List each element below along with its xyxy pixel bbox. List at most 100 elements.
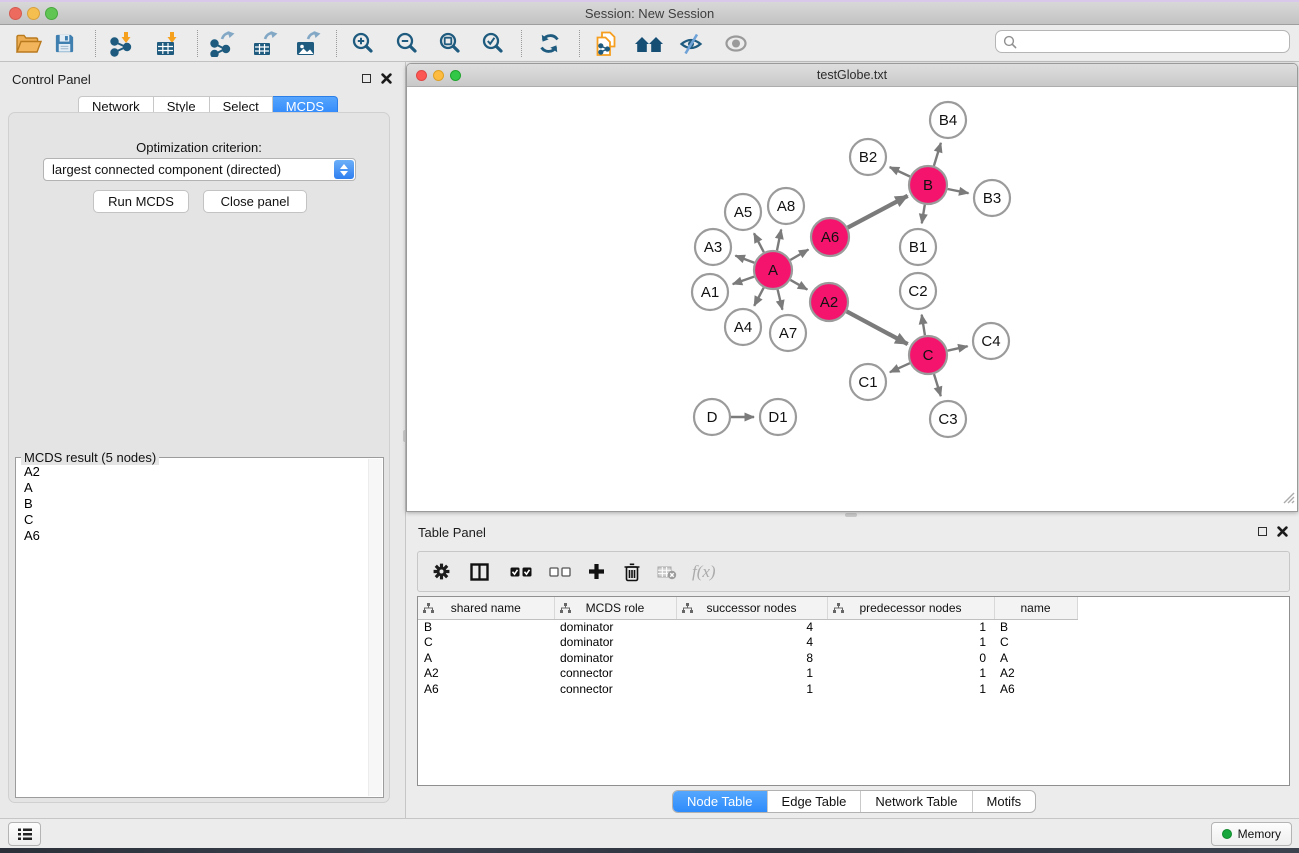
graph-node-B3[interactable]: B3 <box>974 180 1010 216</box>
graph-edge-A-A4[interactable] <box>754 288 764 306</box>
table-cell[interactable]: C <box>994 635 1077 651</box>
table-row[interactable]: A2connector11A2 <box>418 666 1289 682</box>
graph-node-C4[interactable]: C4 <box>973 323 1009 359</box>
refresh-button[interactable] <box>532 28 566 59</box>
graph-node-C2[interactable]: C2 <box>900 273 936 309</box>
graph-node-A4[interactable]: A4 <box>725 309 761 345</box>
table-cell[interactable]: 1 <box>676 666 827 682</box>
table-cell[interactable]: A2 <box>994 666 1077 682</box>
graph-edge-A6-B[interactable] <box>848 196 908 228</box>
graph-node-A8[interactable]: A8 <box>768 188 804 224</box>
graph-edge-C-C1[interactable] <box>890 363 910 372</box>
export-image-button[interactable] <box>291 28 325 59</box>
graph-edge-A-A3[interactable] <box>735 256 754 263</box>
graph-edge-A-A6[interactable] <box>790 250 808 261</box>
optimization-criterion-select[interactable]: largest connected component (directed) <box>43 158 356 181</box>
column-header-predecessor-nodes[interactable]: predecessor nodes <box>827 597 994 619</box>
table-cell[interactable]: 4 <box>676 635 827 651</box>
tab-edge-table[interactable]: Edge Table <box>767 791 861 812</box>
mcds-result-scrollbar[interactable] <box>368 459 382 796</box>
table-cell[interactable]: 0 <box>827 650 994 666</box>
zoom-out-button[interactable] <box>389 28 423 59</box>
table-cell[interactable]: dominator <box>554 619 676 635</box>
zoom-selected-button[interactable] <box>475 28 509 59</box>
table-row[interactable]: Bdominator41B <box>418 619 1289 635</box>
column-header-successor-nodes[interactable]: successor nodes <box>676 597 827 619</box>
run-mcds-button[interactable]: Run MCDS <box>93 190 189 213</box>
table-settings-button[interactable] <box>432 562 451 581</box>
graph-edge-A2-C[interactable] <box>847 311 908 344</box>
graph-node-A6[interactable]: A6 <box>811 218 849 256</box>
memory-button[interactable]: Memory <box>1211 822 1292 846</box>
task-history-button[interactable] <box>8 822 41 846</box>
table-cell[interactable]: 1 <box>827 666 994 682</box>
graph-node-B2[interactable]: B2 <box>850 139 886 175</box>
table-cell[interactable]: 1 <box>676 681 827 697</box>
home-button[interactable] <box>632 28 666 59</box>
table-cell[interactable]: C <box>418 635 554 651</box>
graph-edge-A-A2[interactable] <box>790 280 807 290</box>
h-split-handle[interactable] <box>845 513 857 517</box>
delete-table-button[interactable] <box>657 564 677 580</box>
table-cell[interactable]: 8 <box>676 650 827 666</box>
deselect-all-button[interactable] <box>549 567 571 577</box>
network-window-titlebar[interactable]: testGlobe.txt <box>407 64 1297 87</box>
duplicate-network-button[interactable] <box>590 28 624 59</box>
open-session-button[interactable] <box>11 28 45 59</box>
column-header-shared-name[interactable]: shared name <box>418 597 554 619</box>
graph-node-A1[interactable]: A1 <box>692 274 728 310</box>
graph-edge-A-A1[interactable] <box>733 277 754 285</box>
network-graph[interactable]: B4B2BB3A8A5A6A3B1AC2A1A2A4A7C4CC1DD1C3 <box>407 87 1297 511</box>
graph-edge-B-B1[interactable] <box>922 205 925 224</box>
tab-motifs[interactable]: Motifs <box>972 791 1036 812</box>
tab-network-table[interactable]: Network Table <box>860 791 971 812</box>
zoom-fit-button[interactable] <box>432 28 466 59</box>
float-panel-button[interactable] <box>360 72 373 85</box>
graph-edge-B-B2[interactable] <box>890 167 910 176</box>
table-cell[interactable]: B <box>994 619 1077 635</box>
export-table-button[interactable] <box>248 28 282 59</box>
table-cell[interactable]: A2 <box>418 666 554 682</box>
graph-edge-B-B3[interactable] <box>948 189 969 193</box>
table-cell[interactable]: A6 <box>994 681 1077 697</box>
table-cell[interactable]: dominator <box>554 650 676 666</box>
mcds-result-item[interactable]: A <box>17 480 367 496</box>
zoom-in-button[interactable] <box>345 28 379 59</box>
show-graphics-button[interactable] <box>719 28 753 59</box>
close-panel-button[interactable] <box>380 72 393 85</box>
graph-edge-A-A7[interactable] <box>778 290 783 310</box>
mcds-result-item[interactable]: A6 <box>17 528 367 544</box>
graph-node-D[interactable]: D <box>694 399 730 435</box>
mcds-result-item[interactable]: B <box>17 496 367 512</box>
graph-node-A2[interactable]: A2 <box>810 283 848 321</box>
window-resize-grip[interactable] <box>1280 489 1295 509</box>
table-cell[interactable]: B <box>418 619 554 635</box>
mcds-result-item[interactable]: C <box>17 512 367 528</box>
add-column-button[interactable] <box>588 563 605 580</box>
hide-graphics-button[interactable] <box>674 28 708 59</box>
graph-node-A7[interactable]: A7 <box>770 315 806 351</box>
graph-node-C1[interactable]: C1 <box>850 364 886 400</box>
table-close-button[interactable] <box>1276 525 1289 538</box>
graph-edge-B-B4[interactable] <box>934 143 941 166</box>
table-cell[interactable]: 1 <box>827 681 994 697</box>
mcds-result-item[interactable]: A2 <box>17 464 367 480</box>
show-columns-button[interactable] <box>470 563 489 581</box>
column-header-mcds-role[interactable]: MCDS role <box>554 597 676 619</box>
table-row[interactable]: Adominator80A <box>418 650 1289 666</box>
graph-node-A5[interactable]: A5 <box>725 194 761 230</box>
graph-node-A[interactable]: A <box>754 251 792 289</box>
delete-column-button[interactable] <box>623 562 641 582</box>
graph-edge-A-A8[interactable] <box>777 230 781 251</box>
table-cell[interactable]: dominator <box>554 635 676 651</box>
graph-edge-C-C4[interactable] <box>948 346 968 351</box>
table-float-button[interactable] <box>1256 525 1269 538</box>
table-cell[interactable]: 4 <box>676 619 827 635</box>
export-network-button[interactable] <box>205 28 239 59</box>
network-canvas[interactable]: B4B2BB3A8A5A6A3B1AC2A1A2A4A7C4CC1DD1C3 <box>407 87 1297 511</box>
search-field[interactable] <box>995 30 1290 53</box>
graph-node-B[interactable]: B <box>909 166 947 204</box>
table-row[interactable]: A6connector11A6 <box>418 681 1289 697</box>
graph-edge-A-A5[interactable] <box>754 233 764 252</box>
graph-edge-C-C2[interactable] <box>922 315 925 336</box>
